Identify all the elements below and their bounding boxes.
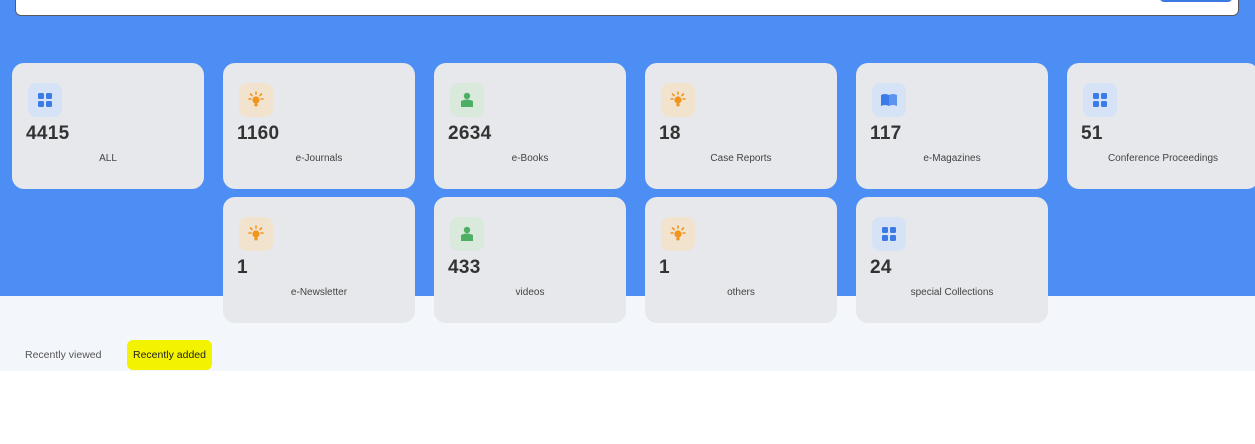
category-card-e-magazines[interactable]: 117 e-Magazines [856, 63, 1048, 189]
category-count: 1160 [237, 123, 280, 144]
category-count: 4415 [26, 123, 70, 144]
category-card-all[interactable]: 4415 ALL [12, 63, 204, 189]
category-card-conference-proceedings[interactable]: 51 Conference Proceedings [1067, 63, 1255, 189]
category-count: 1 [237, 257, 248, 278]
category-card-others[interactable]: 1 others [645, 197, 837, 323]
category-card-videos[interactable]: 433 videos [434, 197, 626, 323]
category-label: e-Books [511, 153, 549, 164]
category-label: e-Journals [295, 153, 343, 164]
category-count: 117 [870, 123, 902, 144]
category-count: 24 [870, 257, 892, 278]
grid-icon [28, 83, 62, 117]
category-count: 18 [659, 123, 681, 144]
tab-recently-added[interactable]: Recently added [127, 340, 212, 370]
category-count: 1 [659, 257, 670, 278]
book-icon [872, 83, 906, 117]
category-label: Conference Proceedings [1107, 153, 1219, 164]
category-label: others [727, 287, 755, 298]
category-card-special-collections[interactable]: 24 special Collections [856, 197, 1048, 323]
bulb-icon [239, 217, 273, 251]
category-card-case-reports[interactable]: 18 Case Reports [645, 63, 837, 189]
bulb-icon [239, 83, 273, 117]
grid-icon [872, 217, 906, 251]
category-label: special Collections [910, 287, 994, 298]
category-count: 2634 [448, 123, 492, 144]
category-label: e-Magazines [923, 153, 981, 164]
category-label: e-Newsletter [290, 287, 348, 298]
reader-icon [450, 83, 484, 117]
category-card-e-newsletter[interactable]: 1 e-Newsletter [223, 197, 415, 323]
search-button[interactable] [1160, 0, 1232, 2]
category-count: 51 [1081, 123, 1103, 144]
category-label: Case Reports [710, 153, 772, 164]
category-card-e-journals[interactable]: 1160 e-Journals [223, 63, 415, 189]
category-card-e-books[interactable]: 2634 e-Books [434, 63, 626, 189]
bulb-icon [661, 83, 695, 117]
category-count: 433 [448, 257, 481, 278]
category-label: videos [515, 287, 545, 298]
reader-icon [450, 217, 484, 251]
tab-recently-viewed[interactable]: Recently viewed [25, 340, 101, 370]
grid-icon [1083, 83, 1117, 117]
bulb-icon [661, 217, 695, 251]
category-label: ALL [99, 153, 117, 164]
search-input[interactable] [15, 0, 1239, 16]
